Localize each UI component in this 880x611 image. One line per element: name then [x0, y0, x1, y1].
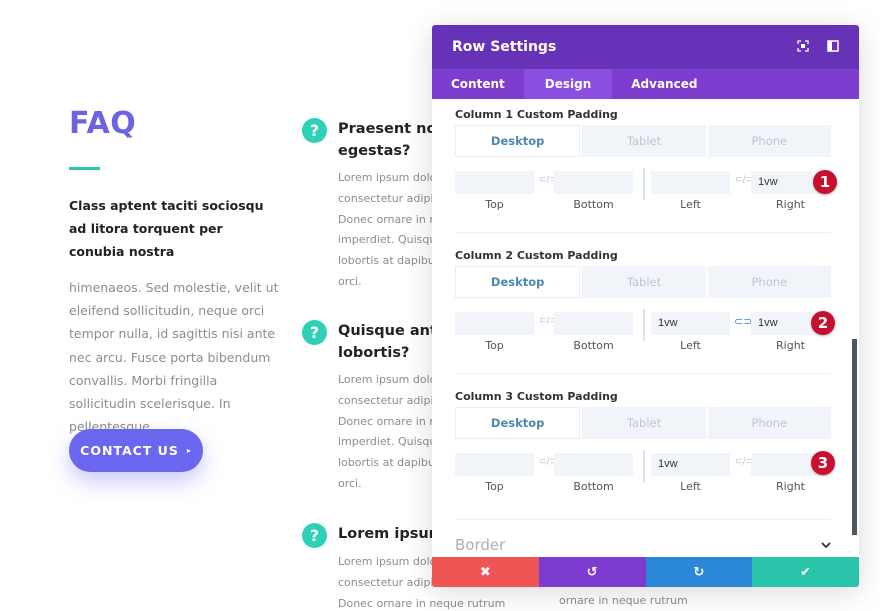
left-label: Left [680, 480, 701, 493]
caret-right-icon: ▸ [186, 446, 192, 455]
device-tab-desktop[interactable]: Desktop [455, 407, 581, 439]
padding-row: ⊂/⊃ ⊂/⊃ Top Bottom Left Right 1 [455, 168, 837, 217]
device-tab-tablet[interactable]: Tablet [582, 266, 706, 298]
device-tab-desktop[interactable]: Desktop [455, 125, 581, 157]
cancel-button[interactable]: ✖ [432, 557, 539, 587]
close-icon: ✖ [479, 564, 491, 580]
question-icon: ? [302, 523, 327, 548]
device-tabs: Desktop Tablet Phone [455, 266, 831, 298]
save-button[interactable]: ✔ [752, 557, 859, 587]
section-divider [455, 232, 831, 233]
redo-button[interactable]: ↻ [645, 557, 753, 587]
row-settings-modal: Row Settings Content Design Advanced Col… [432, 25, 859, 587]
modal-footer: ✖ ↺ ↻ ✔ [432, 557, 859, 587]
faq-body-text: himenaeos. Sed molestie, velit ut eleife… [69, 280, 279, 435]
check-icon: ✔ [800, 564, 812, 580]
answer-line: ornare in neque rutrum [559, 594, 688, 607]
chevron-down-icon [821, 539, 831, 552]
padding-top-input[interactable] [455, 453, 534, 476]
question-icon: ? [302, 320, 327, 345]
section-label: Column 1 Custom Padding [455, 108, 618, 121]
right-label: Right [776, 339, 805, 352]
scrollbar-thumb[interactable] [852, 339, 857, 535]
expand-icon[interactable] [797, 40, 809, 52]
annotation-badge-2: 2 [811, 311, 835, 335]
tab-advanced[interactable]: Advanced [612, 69, 716, 99]
device-tabs: Desktop Tablet Phone [455, 407, 831, 439]
device-tab-phone[interactable]: Phone [707, 266, 831, 298]
device-tab-tablet[interactable]: Tablet [582, 125, 706, 157]
padding-bottom-input[interactable] [554, 312, 633, 335]
contact-us-label: CONTACT US [80, 443, 179, 458]
bottom-label: Bottom [573, 339, 614, 352]
padding-top-input[interactable] [455, 171, 534, 194]
faq-intro-text: Class aptent taciti sociosqu ad litora t… [69, 198, 264, 259]
divider [643, 450, 645, 482]
device-tabs: Desktop Tablet Phone [455, 125, 831, 157]
top-label: Top [485, 339, 504, 352]
modal-title: Row Settings [452, 39, 557, 55]
question-icon: ? [302, 118, 327, 143]
padding-top-input[interactable] [455, 312, 534, 335]
page: FAQ Class aptent taciti sociosqu ad lito… [0, 0, 880, 611]
link-icon[interactable]: ⊂⊃ [734, 315, 752, 328]
device-tab-desktop[interactable]: Desktop [455, 266, 581, 298]
padding-left-input[interactable] [651, 171, 730, 194]
padding-left-input[interactable] [651, 312, 730, 335]
right-label: Right [776, 480, 805, 493]
redo-icon: ↻ [693, 564, 705, 580]
padding-bottom-input[interactable] [554, 453, 633, 476]
column-2-padding-section: Column 2 Custom Padding Desktop Tablet P… [455, 249, 835, 358]
top-label: Top [485, 198, 504, 211]
padding-row: ⊂/⊃ ⊂⊃ Top Bottom Left Right 2 [455, 309, 835, 358]
divider [643, 309, 645, 341]
left-label: Left [680, 198, 701, 211]
divider [643, 168, 645, 200]
snap-sidebar-icon[interactable] [827, 40, 839, 52]
modal-body: Column 1 Custom Padding Desktop Tablet P… [432, 99, 859, 555]
tab-content[interactable]: Content [432, 69, 524, 99]
column-3-padding-section: Column 3 Custom Padding Desktop Tablet P… [455, 390, 835, 499]
answer-line: Donec ornare in neque rutrum [338, 596, 506, 610]
device-tab-tablet[interactable]: Tablet [582, 407, 706, 439]
padding-row: ⊂/⊃ ⊂/⊃ Top Bottom Left Right 3 [455, 450, 835, 499]
faq-divider [69, 167, 100, 170]
top-label: Top [485, 480, 504, 493]
modal-header: Row Settings [432, 25, 859, 69]
device-tab-phone[interactable]: Phone [707, 407, 831, 439]
annotation-badge-1: 1 [813, 170, 837, 194]
column-1-padding-section: Column 1 Custom Padding Desktop Tablet P… [455, 108, 837, 217]
left-label: Left [680, 339, 701, 352]
contact-us-button[interactable]: CONTACT US ▸ [69, 429, 203, 472]
faq-heading: FAQ [69, 106, 137, 141]
section-divider [455, 519, 831, 520]
right-label: Right [776, 198, 805, 211]
undo-icon: ↺ [586, 564, 598, 580]
border-label: Border [455, 536, 506, 554]
border-section-toggle[interactable]: Border [455, 533, 831, 555]
tab-design[interactable]: Design [523, 69, 613, 99]
bottom-label: Bottom [573, 480, 614, 493]
settings-tabs: Content Design Advanced [432, 69, 859, 99]
padding-bottom-input[interactable] [554, 171, 633, 194]
annotation-badge-3: 3 [811, 451, 835, 475]
section-label: Column 3 Custom Padding [455, 390, 618, 403]
device-tab-phone[interactable]: Phone [707, 125, 831, 157]
undo-button[interactable]: ↺ [538, 557, 646, 587]
section-divider [455, 373, 831, 374]
bottom-label: Bottom [573, 198, 614, 211]
padding-left-input[interactable] [651, 453, 730, 476]
section-label: Column 2 Custom Padding [455, 249, 618, 262]
